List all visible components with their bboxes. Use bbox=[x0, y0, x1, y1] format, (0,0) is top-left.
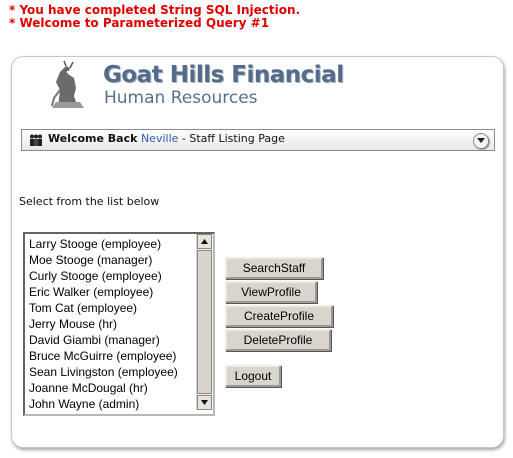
people-icon bbox=[30, 134, 42, 146]
scroll-up-button[interactable] bbox=[197, 234, 212, 249]
staff-list-item[interactable]: John Wayne (admin) bbox=[29, 396, 193, 412]
scroll-up-icon bbox=[201, 239, 208, 244]
view-profile-button[interactable]: ViewProfile bbox=[225, 281, 317, 303]
collapse-button[interactable] bbox=[473, 133, 489, 149]
staff-list-item[interactable]: Eric Walker (employee) bbox=[29, 284, 193, 300]
brand-title: Goat Hills Financial bbox=[103, 62, 344, 88]
welcome-bar: Welcome Back Neville - Staff Listing Pag… bbox=[21, 129, 495, 151]
staff-list-item[interactable]: Larry Stooge (employee) bbox=[29, 236, 193, 252]
staff-list-item[interactable]: Curly Stooge (employee) bbox=[29, 268, 193, 284]
logout-button[interactable]: Logout bbox=[225, 365, 281, 387]
staff-list: Larry Stooge (employee) Moe Stooge (mana… bbox=[29, 236, 193, 412]
staff-listbox[interactable]: Larry Stooge (employee) Moe Stooge (mana… bbox=[23, 232, 215, 416]
scroll-thumb[interactable] bbox=[197, 250, 212, 394]
list-scrollbar[interactable] bbox=[196, 234, 213, 410]
brand-subtitle: Human Resources bbox=[104, 88, 258, 108]
staff-list-item[interactable]: Sean Livingston (employee) bbox=[29, 364, 193, 380]
collapse-chevron-icon bbox=[477, 138, 485, 143]
staff-list-item[interactable]: Moe Stooge (manager) bbox=[29, 252, 193, 268]
staff-list-item[interactable]: Jerry Mouse (hr) bbox=[29, 316, 193, 332]
select-instruction: Select from the list below bbox=[19, 195, 160, 208]
staff-list-item[interactable]: Tom Cat (employee) bbox=[29, 300, 193, 316]
welcome-message: * Welcome to Parameterized Query #1 bbox=[9, 16, 270, 30]
completion-message: * You have completed String SQL Injectio… bbox=[9, 3, 301, 17]
user-name: Neville bbox=[140, 132, 179, 145]
welcome-prefix: Welcome Back bbox=[48, 132, 138, 145]
scroll-down-icon bbox=[201, 400, 208, 405]
staff-list-item[interactable]: Joanne McDougal (hr) bbox=[29, 380, 193, 396]
scroll-down-button[interactable] bbox=[197, 395, 212, 410]
search-staff-button[interactable]: SearchStaff bbox=[225, 257, 323, 279]
staff-list-item[interactable]: Bruce McGuirre (employee) bbox=[29, 348, 193, 364]
page-title: - Staff Listing Page bbox=[178, 132, 285, 145]
welcome-text: Welcome Back Neville - Staff Listing Pag… bbox=[48, 130, 285, 148]
delete-profile-button[interactable]: DeleteProfile bbox=[225, 329, 331, 351]
staff-list-item[interactable]: David Giambi (manager) bbox=[29, 332, 193, 348]
create-profile-button[interactable]: CreateProfile bbox=[225, 305, 333, 327]
